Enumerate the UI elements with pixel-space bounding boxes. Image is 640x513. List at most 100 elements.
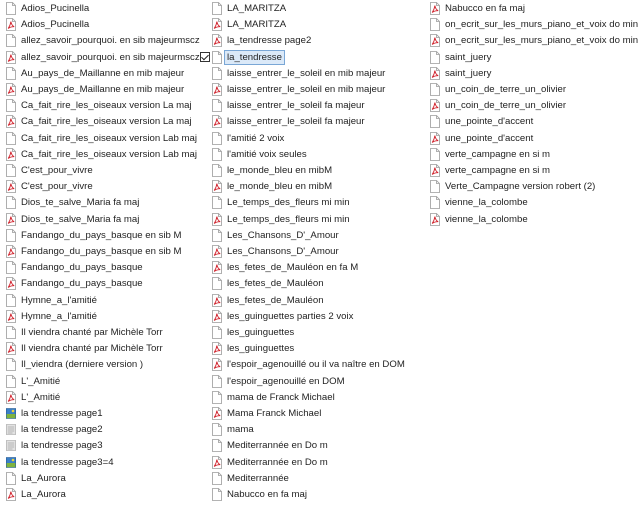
file-name: Fandango_du_pays_basque en sib M bbox=[21, 229, 182, 241]
document-file-icon bbox=[6, 471, 16, 485]
file-item[interactable]: laisse_entrer_le_soleil fa majeur bbox=[212, 114, 365, 129]
file-item[interactable]: Fandango_du_pays_basque bbox=[6, 260, 143, 275]
file-item[interactable]: allez_savoir_pourquoi. en sib majeurmscz bbox=[6, 50, 200, 65]
file-item[interactable]: Ca_fait_rire_les_oiseaux version La maj bbox=[6, 114, 192, 129]
file-item[interactable]: Nabucco en fa maj bbox=[212, 487, 307, 502]
file-item[interactable]: Ca_fait_rire_les_oiseaux version Lab maj bbox=[6, 131, 197, 146]
pdf-file-icon bbox=[212, 407, 222, 420]
file-item[interactable]: la tendresse page1 bbox=[6, 406, 103, 421]
pdf-file-icon bbox=[6, 115, 16, 129]
file-item[interactable]: Adios_Pucinella bbox=[6, 17, 89, 32]
file-item[interactable]: L'_Amitié bbox=[6, 390, 60, 405]
document-file-icon bbox=[212, 99, 222, 113]
file-item[interactable]: Les_Chansons_D'_Amour bbox=[212, 228, 339, 243]
document-file-icon bbox=[6, 326, 16, 339]
file-item[interactable]: Il_viendra (derniere version ) bbox=[6, 357, 143, 372]
file-item[interactable]: Fandango_du_pays_basque bbox=[6, 276, 143, 291]
file-name: la tendresse page3=4 bbox=[21, 456, 114, 468]
file-item[interactable]: les_guinguettes parties 2 voix bbox=[212, 309, 353, 324]
document-file-icon bbox=[212, 50, 222, 64]
file-item[interactable]: Mediterrannée en Do m bbox=[212, 455, 328, 470]
document-file-icon bbox=[6, 261, 16, 275]
file-item[interactable]: verte_campagne en si m bbox=[430, 163, 550, 178]
file-item[interactable]: La_Aurora bbox=[6, 471, 66, 486]
file-item[interactable]: vienne_la_colombe bbox=[430, 195, 528, 210]
file-item[interactable]: saint_juery bbox=[430, 50, 491, 65]
file-item[interactable]: laisse_entrer_le_soleil en mib majeur bbox=[212, 66, 385, 81]
file-item[interactable]: Hymne_a_l'amitié bbox=[6, 309, 97, 324]
file-item[interactable]: le_monde_bleu en mibM bbox=[212, 163, 332, 178]
file-name: laisse_entrer_le_soleil en mib majeur bbox=[227, 84, 386, 95]
file-item[interactable]: Ca_fait_rire_les_oiseaux version Lab maj bbox=[6, 147, 197, 162]
file-item[interactable]: Nabucco en fa maj bbox=[430, 1, 525, 16]
file-item[interactable]: les_fetes_de_Mauléon bbox=[212, 276, 324, 291]
file-item[interactable]: une_pointe_d'accent bbox=[430, 114, 533, 129]
pdf-file-icon bbox=[6, 488, 16, 501]
file-item[interactable]: vienne_la_colombe bbox=[430, 212, 528, 227]
file-item[interactable]: la tendresse page2 bbox=[6, 422, 103, 437]
file-item[interactable]: Mama Franck Michael bbox=[212, 406, 321, 421]
file-item[interactable]: le_monde_bleu en mibM bbox=[212, 179, 332, 194]
document-file-icon bbox=[212, 374, 222, 388]
document-file-icon bbox=[212, 2, 222, 15]
file-item[interactable]: allez_savoir_pourquoi. en sib majeurmscz bbox=[6, 33, 200, 48]
pdf-file-icon bbox=[212, 342, 222, 356]
file-item[interactable]: les_guinguettes bbox=[212, 325, 294, 340]
file-item[interactable]: mama de Franck Michael bbox=[212, 390, 335, 405]
file-item[interactable]: les_guinguettes bbox=[212, 341, 294, 356]
file-item[interactable]: l'amitié voix seules bbox=[212, 147, 307, 162]
pdf-file-icon bbox=[212, 180, 222, 194]
file-item[interactable]: verte_campagne en si m bbox=[430, 147, 550, 162]
file-item[interactable]: laisse_entrer_le_soleil en mib majeur bbox=[212, 82, 385, 97]
selection-checkbox[interactable] bbox=[200, 52, 210, 63]
file-item[interactable]: la_tendresse page2 bbox=[212, 33, 311, 48]
file-item[interactable]: un_coin_de_terre_un_olivier bbox=[430, 98, 566, 113]
file-item[interactable]: Au_pays_de_Maillanne en mib majeur bbox=[6, 82, 184, 97]
file-item[interactable]: une_pointe_d'accent bbox=[430, 131, 533, 146]
file-item[interactable]: Les_Chansons_D'_Amour bbox=[212, 244, 339, 259]
file-item[interactable]: on_ecrit_sur_les_murs_piano_et_voix do m… bbox=[430, 33, 638, 48]
file-name: verte_campagne en si m bbox=[445, 148, 551, 160]
file-item[interactable]: Il viendra chanté par Michèle Torr bbox=[6, 341, 163, 356]
file-item[interactable]: l'espoir_agenouillé ou il va naître en D… bbox=[212, 357, 405, 372]
file-item[interactable]: Fandango_du_pays_basque en sib M bbox=[6, 228, 182, 243]
file-item[interactable]: LA_MARITZA bbox=[212, 17, 286, 32]
file-item[interactable]: les_fetes_de_Mauléon en fa M bbox=[212, 260, 358, 275]
file-item[interactable]: Adios_Pucinella bbox=[6, 1, 89, 16]
file-item[interactable]: Il viendra chanté par Michèle Torr bbox=[6, 325, 163, 340]
file-item[interactable]: Dios_te_salve_Maria fa maj bbox=[6, 212, 139, 227]
file-item[interactable]: un_coin_de_terre_un_olivier bbox=[430, 82, 566, 97]
file-item[interactable]: Au_pays_de_Maillanne en mib majeur bbox=[6, 66, 184, 81]
file-item[interactable]: Le_temps_des_fleurs mi min bbox=[212, 212, 350, 227]
file-item[interactable]: Mediterrannée bbox=[212, 471, 289, 486]
file-item[interactable]: Verte_Campagne version robert (2) bbox=[430, 179, 595, 194]
file-item[interactable]: la tendresse page3=4 bbox=[6, 455, 114, 470]
file-item[interactable]: l'espoir_agenouillé en DOM bbox=[212, 374, 345, 389]
file-item[interactable]: on_ecrit_sur_les_murs_piano_et_voix do m… bbox=[430, 17, 638, 32]
pdf-file-icon bbox=[212, 261, 222, 275]
file-item[interactable]: la_tendresse bbox=[200, 49, 285, 65]
file-item[interactable]: LA_MARITZA bbox=[212, 1, 286, 16]
file-item[interactable]: Ca_fait_rire_les_oiseaux version La maj bbox=[6, 98, 192, 113]
file-item[interactable]: La_Aurora bbox=[6, 487, 66, 502]
file-name: les_guinguettes bbox=[227, 327, 295, 338]
file-name: C'est_pour_vivre bbox=[21, 181, 93, 193]
file-name: la_tendresse page2 bbox=[227, 35, 312, 47]
pdf-file-icon bbox=[430, 2, 440, 15]
file-item[interactable]: C'est_pour_vivre bbox=[6, 163, 93, 178]
file-item[interactable]: saint_juery bbox=[430, 66, 491, 81]
file-item[interactable]: Mediterrannée en Do m bbox=[212, 438, 328, 453]
file-item[interactable]: l'amitié 2 voix bbox=[212, 131, 284, 146]
file-item[interactable]: Dios_te_salve_Maria fa maj bbox=[6, 195, 139, 210]
file-item[interactable]: les_fetes_de_Mauléon bbox=[212, 293, 324, 308]
file-item[interactable]: Fandango_du_pays_basque en sib M bbox=[6, 244, 182, 259]
file-item[interactable]: laisse_entrer_le_soleil fa majeur bbox=[212, 98, 365, 113]
file-name: le_monde_bleu en mibM bbox=[227, 165, 333, 176]
pdf-file-icon bbox=[6, 18, 16, 32]
file-item[interactable]: la tendresse page3 bbox=[6, 438, 103, 453]
file-item[interactable]: Le_temps_des_fleurs mi min bbox=[212, 195, 350, 210]
file-item[interactable]: mama bbox=[212, 422, 254, 437]
file-item[interactable]: L'_Amitié bbox=[6, 374, 60, 389]
file-item[interactable]: Hymne_a_l'amitié bbox=[6, 293, 97, 308]
file-item[interactable]: C'est_pour_vivre bbox=[6, 179, 93, 194]
